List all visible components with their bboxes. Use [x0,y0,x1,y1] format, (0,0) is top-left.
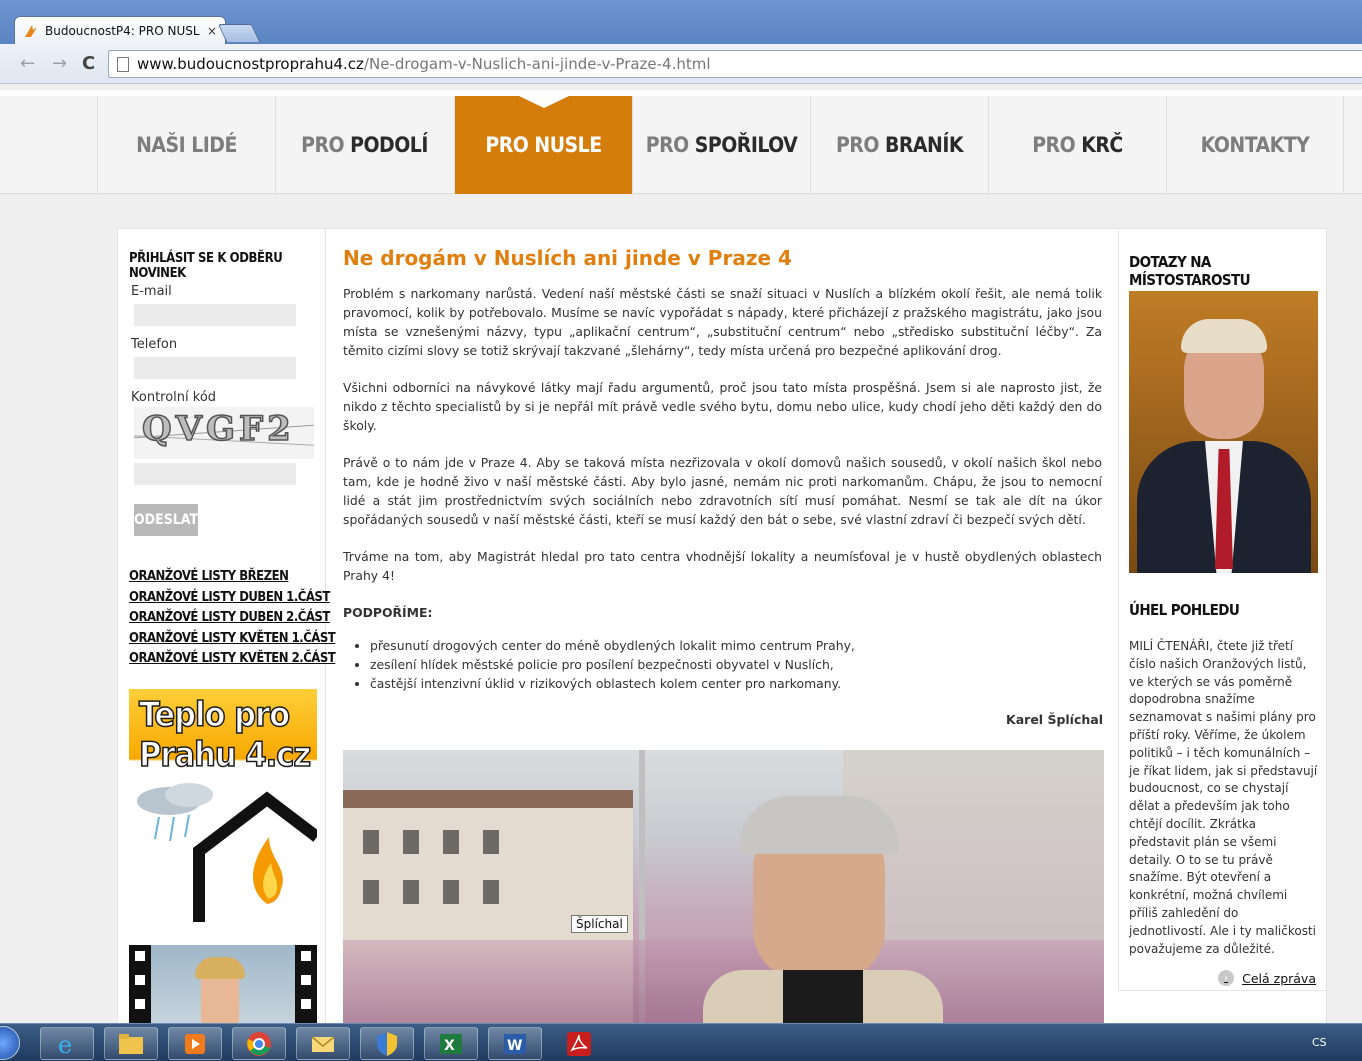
forward-icon[interactable]: → [52,53,67,74]
web-page: NAŠI LIDÉ PRO PODOLÍ PRO NUSLE PRO SPOŘI… [0,85,1362,1023]
leaflet-link[interactable]: ORANŽOVÉ LISTY DUBEN 1.ČÁST [129,588,335,609]
list-item: zesílení hlídek městské policie pro posí… [370,655,1102,674]
svg-text:e: e [58,1031,72,1057]
excel-icon[interactable]: X [424,1027,478,1060]
language-indicator[interactable]: CS [1312,1036,1327,1049]
list-item: přesunutí drogových center do méně obydl… [370,636,1102,655]
article-paragraph: Všichni odborníci na návykové látky mají… [343,380,1102,433]
banner-line-2: Prahu 4.cz [138,734,312,776]
email-input[interactable] [134,304,296,326]
nav-nasi-lide[interactable]: NAŠI LIDÉ [97,96,275,194]
leaflet-link[interactable]: ORANŽOVÉ LISTY KVĚTEN 2.ČÁST [129,649,336,670]
article-photo: Šplíchal [343,750,1104,1023]
reload-icon[interactable]: C [82,53,95,74]
view-heading: ÚHEL POHLEDU [1129,601,1240,619]
submit-button[interactable]: ODESLAT [134,504,198,536]
nav-kontakty[interactable]: KONTAKTY [1166,96,1344,194]
browser-tabstrip: BudoucnostP4: PRO NUSL × [0,0,1362,44]
file-explorer-icon[interactable] [104,1027,158,1060]
svg-text:X: X [444,1038,455,1054]
support-list: přesunutí drogových center do méně obydl… [370,636,1102,693]
start-button[interactable] [0,1026,20,1060]
leaflet-link[interactable]: ORANŽOVÉ LISTY BŘEZEN [129,567,335,588]
leaflet-link[interactable]: ORANŽOVÉ LISTY DUBEN 2.ČÁST [129,608,335,629]
nav-pro-podoli[interactable]: PRO PODOLÍ [275,96,453,194]
captcha-label: Kontrolní kód [131,390,217,405]
site-favicon-icon [25,24,37,37]
nav-pro-krc[interactable]: PRO KRČ [988,96,1166,194]
list-item: častější intenzivní úklid v rizikových o… [370,674,1102,693]
article-paragraph: Právě o to nám jde v Praze 4. Aby se tak… [343,455,1102,527]
photo-tooltip: Šplíchal [571,915,628,933]
deputy-mayor-photo[interactable] [1129,291,1318,573]
captcha-image: QVGF2 [134,407,314,459]
media-player-icon[interactable] [168,1027,222,1060]
windows-taskbar: e X W CS [0,1023,1362,1061]
questions-heading: DOTAZY NA MÍSTOSTAROSTU [1129,253,1251,289]
nav-pro-branik[interactable]: PRO BRANÍK [810,96,988,194]
main-navigation: NAŠI LIDÉ PRO PODOLÍ PRO NUSLE PRO SPOŘI… [0,90,1362,194]
email-label: E-mail [131,284,172,299]
article-paragraph: Trváme na tom, aby Magistrát hledal pro … [343,549,1102,583]
leaflet-link[interactable]: ORANŽOVÉ LISTY KVĚTEN 1.ČÁST [129,629,336,650]
nav-pro-nusle[interactable]: PRO NUSLE [454,96,632,194]
read-more-link[interactable]: › Celá zpráva [1218,970,1316,986]
word-icon[interactable]: W [488,1027,542,1060]
address-bar[interactable]: www.budoucnostproprahu4.cz/Ne-drogam-v-N… [108,50,1362,78]
svg-text:W: W [507,1038,522,1054]
left-sidebar: PŘIHLÁSIT SE K ODBĚRU NOVINEK E-mail Tel… [118,229,336,1023]
teplo-banner[interactable]: Teplo pro Prahu 4.cz [129,689,317,922]
browser-toolbar: ← → C www.budoucnostproprahu4.cz/Ne-drog… [0,44,1362,84]
article-subheading: PODPOŘÍME: [343,605,433,620]
arrow-right-icon: › [1218,970,1235,986]
subscribe-heading: PŘIHLÁSIT SE K ODBĚRU NOVINEK [129,251,283,281]
phone-label: Telefon [131,337,178,352]
back-icon[interactable]: ← [20,53,35,74]
page-icon [117,56,129,72]
tab-close-icon[interactable]: × [207,24,217,38]
security-shield-icon[interactable] [360,1027,414,1060]
article-author: Karel Šplíchal [1006,712,1103,727]
browser-tab[interactable]: BudoucnostP4: PRO NUSL × [14,16,226,44]
captcha-input[interactable] [134,463,296,485]
nav-pro-sporilov[interactable]: PRO SPOŘILOV [632,96,810,194]
captcha-text: QVGF2 [141,408,295,450]
article-body: Problém s narkomany narůstá. Vedení naší… [343,284,1102,693]
editorial-text: MILÍ ČTENÁŘI, čtete již třetí číslo naši… [1129,639,1318,956]
read-more-label: Celá zpráva [1242,970,1316,986]
url-text: www.budoucnostproprahu4.cz/Ne-drogam-v-N… [137,55,711,73]
content-area: PŘIHLÁSIT SE K ODBĚRU NOVINEK E-mail Tel… [117,228,1327,1023]
house-flame-icon [137,783,317,922]
article-title: Ne drogám v Nuslích ani jinde v Praze 4 [343,246,792,270]
tab-title: BudoucnostP4: PRO NUSL [45,23,200,38]
chrome-icon[interactable] [232,1027,286,1060]
right-sidebar: DOTAZY NA MÍSTOSTAROSTU ÚHEL POHLEDU MIL… [1118,229,1327,991]
internet-explorer-icon[interactable]: e [40,1027,94,1060]
article-paragraph: Problém s narkomany narůstá. Vedení naší… [343,286,1102,358]
phone-input[interactable] [134,357,296,379]
article-column: Ne drogám v Nuslích ani jinde v Praze 4 … [326,229,1119,1023]
leaflet-links: ORANŽOVÉ LISTY BŘEZEN ORANŽOVÉ LISTY DUB… [129,567,336,670]
video-banner[interactable] [129,945,317,1023]
outlook-icon[interactable] [296,1027,350,1060]
banner-line-1: Teplo pro [138,694,291,736]
acrobat-icon[interactable] [552,1027,606,1060]
new-tab-button[interactable] [217,24,261,42]
